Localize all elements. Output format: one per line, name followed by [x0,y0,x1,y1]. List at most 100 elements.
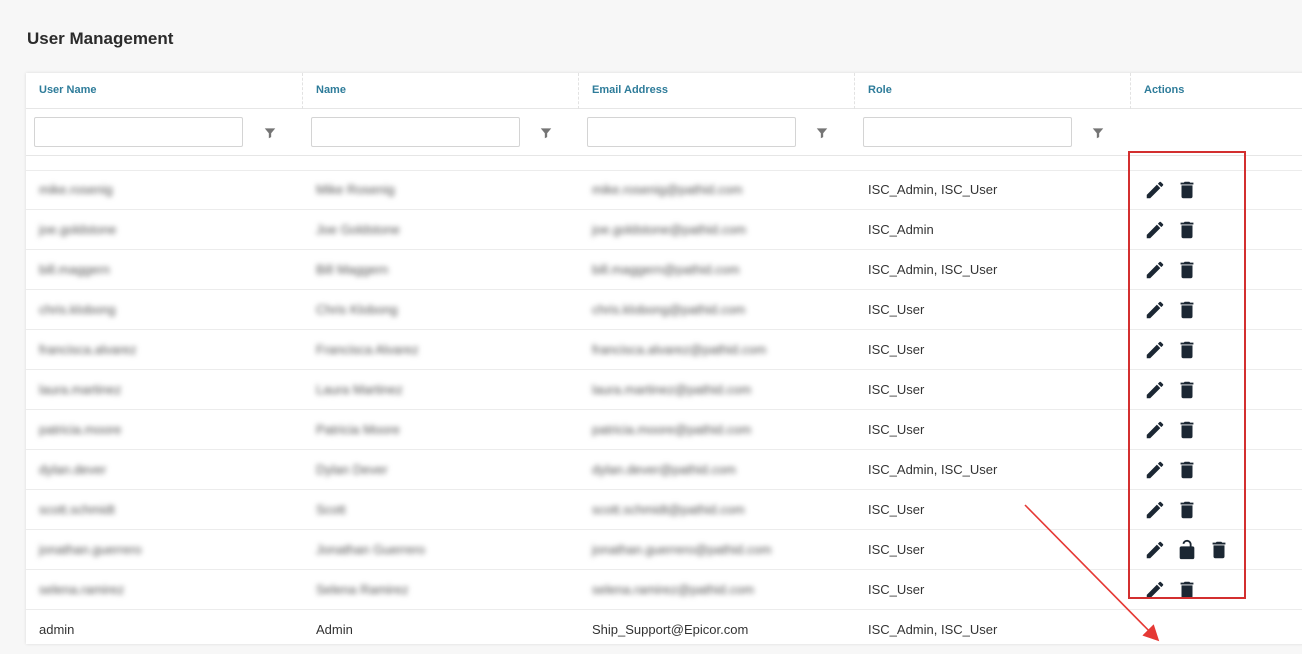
filter-icon[interactable] [263,126,277,140]
cell-role: ISC_Admin, ISC_User [868,622,998,637]
edit-icon[interactable] [1144,339,1166,361]
cell-username: admin [39,622,75,637]
grid-filter-row [26,109,1302,156]
role-filter-input[interactable] [863,117,1072,147]
delete-icon[interactable] [1208,539,1230,561]
column-header-username[interactable]: User Name [26,73,302,109]
edit-icon[interactable] [1144,579,1166,601]
column-header-role[interactable]: Role [854,73,1130,109]
cell-username: selena.ramirez [39,582,125,597]
edit-icon[interactable] [1144,219,1166,241]
cell-role: ISC_User [868,542,925,557]
cell-email: laura.martinez@pathid.com [592,382,752,397]
filter-icon[interactable] [1091,126,1105,140]
cell-name: Laura Martinez [316,382,403,397]
unlock-icon[interactable] [1176,539,1198,561]
user-grid: User Name Name Email Address Role Action… [26,73,1302,644]
cell-name: Chris Klobong [316,302,398,317]
cell-email: chris.klobong@pathid.com [592,302,746,317]
delete-icon[interactable] [1176,179,1198,201]
table-row[interactable]: joe.goldstone Joe Goldstone joe.goldstone@… [26,210,1302,250]
table-row[interactable]: dylan.dever Dylan Dever dylan.dever@pathid… [26,450,1302,490]
cell-username: joe.goldstone [39,222,117,237]
delete-icon[interactable] [1176,499,1198,521]
table-row[interactable]: patricia.moore Patricia Moore patricia.moo… [26,410,1302,450]
cell-email: dylan.dever@pathid.com [592,462,736,477]
filter-icon[interactable] [539,126,553,140]
table-row[interactable]: francisca.alvarez Francisca Alvarez franci… [26,330,1302,370]
cell-username: dylan.dever [39,462,107,477]
delete-icon[interactable] [1176,379,1198,401]
filter-icon[interactable] [815,126,829,140]
cell-email: mike.rosenig@pathid.com [592,182,743,197]
cell-name: Jonathan Guerrero [316,542,426,557]
grid-header-row: User Name Name Email Address Role Action… [26,73,1302,109]
cell-role: ISC_User [868,302,925,317]
table-row[interactable]: bill.maggern Bill Maggern bill.maggern@pat… [26,250,1302,290]
cell-role: ISC_User [868,342,925,357]
cell-name: Patricia Moore [316,422,400,437]
cell-email: bill.maggern@pathid.com [592,262,740,277]
edit-icon[interactable] [1144,379,1166,401]
page-title: User Management [27,29,174,48]
cell-email: selena.ramirez@pathid.com [592,582,755,597]
cell-role: ISC_Admin [868,222,934,237]
cell-username: scott.schmidt [39,502,115,517]
cell-name: Dylan Dever [316,462,388,477]
column-header-actions: Actions [1144,84,1185,96]
delete-icon[interactable] [1176,339,1198,361]
cell-email: joe.goldstone@pathid.com [592,222,747,237]
email-filter-input[interactable] [587,117,796,147]
cell-name: Bill Maggern [316,262,389,277]
delete-icon[interactable] [1176,459,1198,481]
cell-username: laura.martinez [39,382,122,397]
cell-username: chris.klobong [39,302,116,317]
cell-role: ISC_User [868,382,925,397]
cell-username: bill.maggern [39,262,110,277]
edit-icon[interactable] [1144,179,1166,201]
username-filter-input[interactable] [34,117,243,147]
column-header-email[interactable]: Email Address [578,73,854,109]
cell-username: francisca.alvarez [39,342,137,357]
cell-name: Admin [316,622,353,637]
cell-email: Ship_Support@Epicor.com [592,622,749,637]
cell-role: ISC_User [868,582,925,597]
name-filter-input[interactable] [311,117,520,147]
edit-icon[interactable] [1144,259,1166,281]
cell-name: Francisca Alvarez [316,342,419,357]
cell-name: Scott [316,502,346,517]
cell-username: mike.rosenig [39,182,113,197]
delete-icon[interactable] [1176,419,1198,441]
edit-icon[interactable] [1144,459,1166,481]
delete-icon[interactable] [1176,259,1198,281]
cell-name: Mike Rosenig [316,182,395,197]
table-row[interactable]: mike.rosenig Mike Rosenig mike.rosenig@pat… [26,170,1302,210]
edit-icon[interactable] [1144,539,1166,561]
delete-icon[interactable] [1176,299,1198,321]
table-row[interactable]: scott.schmidt Scott scott.schmidt@pathid.c… [26,490,1302,530]
edit-icon[interactable] [1144,299,1166,321]
table-row[interactable]: jonathan.guerrero Jonathan Guerrero jonath… [26,530,1302,570]
cell-role: ISC_User [868,502,925,517]
cell-email: patricia.moore@pathid.com [592,422,752,437]
cell-name: Joe Goldstone [316,222,400,237]
table-row[interactable]: admin Admin Ship_Support@Epicor.com ISC_Adm… [26,610,1302,650]
cell-email: jonathan.guerrero@pathid.com [592,542,772,557]
cell-role: ISC_Admin, ISC_User [868,262,998,277]
table-row[interactable]: laura.martinez Laura Martinez laura.martin… [26,370,1302,410]
edit-icon[interactable] [1144,499,1166,521]
cell-username: jonathan.guerrero [39,542,142,557]
cell-username: patricia.moore [39,422,122,437]
cell-role: ISC_User [868,422,925,437]
edit-icon[interactable] [1144,419,1166,441]
cell-email: scott.schmidt@pathid.com [592,502,745,517]
column-header-name[interactable]: Name [302,73,578,109]
table-row[interactable]: selena.ramirez Selena Ramirez selena.ramir… [26,570,1302,610]
cell-role: ISC_Admin, ISC_User [868,462,998,477]
cell-name: Selena Ramirez [316,582,409,597]
delete-icon[interactable] [1176,219,1198,241]
delete-icon[interactable] [1176,579,1198,601]
cell-email: francisca.alvarez@pathid.com [592,342,767,357]
table-row[interactable]: chris.klobong Chris Klobong chris.klobong@… [26,290,1302,330]
cell-role: ISC_Admin, ISC_User [868,182,998,197]
